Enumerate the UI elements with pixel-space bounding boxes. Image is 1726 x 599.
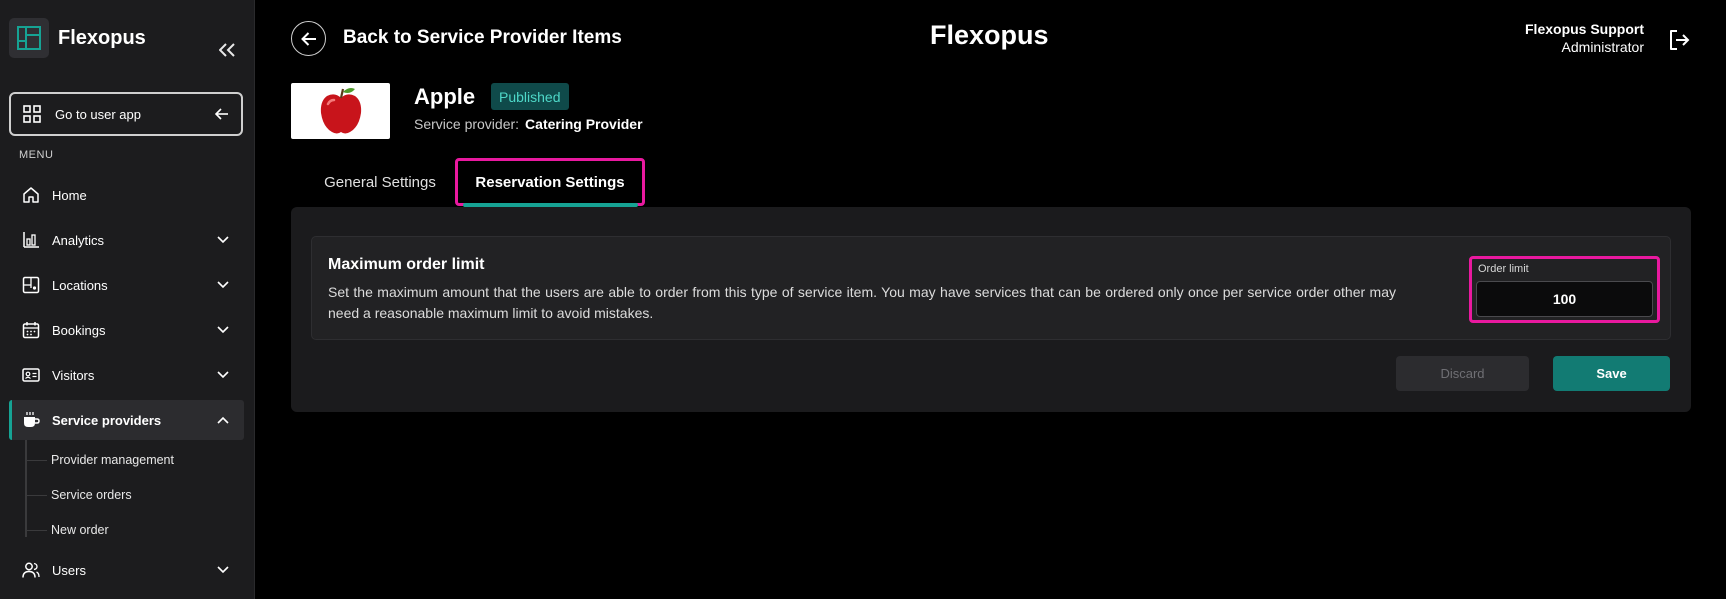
sidebar-item-service-providers[interactable]: Service providers <box>9 400 244 440</box>
discard-button[interactable]: Discard <box>1396 356 1529 391</box>
sidebar-item-label: Visitors <box>52 367 95 383</box>
page-title: Flexopus <box>930 20 1049 50</box>
sidebar-subitem-provider-management[interactable]: Provider management <box>25 447 174 473</box>
sidebar-item-label: Service providers <box>52 412 162 428</box>
user-role: Administrator <box>1561 39 1644 55</box>
sidebar-item-home[interactable]: Home <box>9 175 244 215</box>
flexopus-logo-icon <box>9 18 49 58</box>
tab-general-settings[interactable]: General Settings <box>312 158 448 206</box>
brand[interactable]: Flexopus <box>9 18 146 58</box>
status-badge: Published <box>491 83 569 110</box>
arrow-left-icon <box>215 108 228 120</box>
sidebar-item-label: Users <box>52 562 86 578</box>
calendar-icon <box>22 322 40 339</box>
chevron-down-icon <box>215 367 231 383</box>
users-icon <box>22 562 40 578</box>
sidebar-item-label: Locations <box>52 277 108 293</box>
double-chevron-left-icon <box>219 43 235 57</box>
brand-name: Flexopus <box>58 26 146 49</box>
service-provider-line: Service provider: Catering Provider <box>414 116 643 132</box>
sidebar-subitem-service-orders[interactable]: Service orders <box>25 482 132 508</box>
logout-button[interactable] <box>1666 27 1692 53</box>
sidebar-item-analytics[interactable]: Analytics <box>9 220 244 260</box>
order-limit-input[interactable] <box>1476 281 1653 317</box>
sidebar-item-visitors[interactable]: Visitors <box>9 355 244 395</box>
chevron-down-icon <box>215 562 231 578</box>
order-limit-field: Order limit <box>1469 256 1660 323</box>
go-to-user-app-button[interactable]: Go to user app <box>9 92 243 136</box>
order-limit-label: Order limit <box>1478 263 1529 275</box>
item-name: Apple <box>414 84 476 109</box>
sidebar-subitem-label: Provider management <box>51 453 174 467</box>
sidebar-item-label: Analytics <box>52 232 105 248</box>
back-link[interactable]: Back to Service Provider Items <box>343 27 622 49</box>
user-info: Flexopus Support Administrator <box>1525 21 1644 55</box>
sidebar-subitem-label: New order <box>51 523 109 537</box>
visitor-card-icon <box>22 368 40 382</box>
sidebar-item-users[interactable]: Users <box>9 550 244 590</box>
sidebar-item-bookings[interactable]: Bookings <box>9 310 244 350</box>
logout-icon <box>1670 30 1690 50</box>
save-button[interactable]: Save <box>1553 356 1670 391</box>
apple-image <box>320 88 361 134</box>
setting-title: Maximum order limit <box>328 256 485 273</box>
service-provider-key: Service provider: <box>414 116 520 132</box>
collapse-sidebar-button[interactable] <box>217 40 237 60</box>
sidebar-subitem-label: Service orders <box>51 488 132 502</box>
tab-reservation-settings[interactable]: Reservation Settings <box>455 158 645 206</box>
home-icon <box>23 187 39 203</box>
chevron-down-icon <box>215 232 231 248</box>
sidebar-item-locations[interactable]: Locations <box>9 265 244 305</box>
item-image <box>291 83 390 139</box>
app-root: Flexopus Go to user app MENU Home Analyt… <box>0 0 1726 599</box>
grid-icon <box>23 105 41 123</box>
tree-branch <box>25 494 47 496</box>
go-to-user-app-label: Go to user app <box>55 106 141 122</box>
sidebar-item-label: Home <box>52 187 87 203</box>
tree-branch <box>25 459 47 461</box>
menu-section-label: MENU <box>19 149 54 161</box>
chevron-down-icon <box>215 322 231 338</box>
tree-branch <box>25 529 47 531</box>
locations-icon <box>22 276 40 294</box>
chevron-down-icon <box>215 277 231 293</box>
user-name: Flexopus Support <box>1525 21 1644 37</box>
back-button[interactable] <box>291 21 326 56</box>
coffee-cup-icon <box>24 412 40 427</box>
service-provider-value: Catering Provider <box>525 116 643 132</box>
setting-description: Set the maximum amount that the users ar… <box>328 284 1396 321</box>
sidebar: Flexopus Go to user app MENU Home Analyt… <box>0 0 255 599</box>
analytics-icon <box>23 232 39 248</box>
chevron-up-icon <box>215 412 231 428</box>
arrow-left-icon <box>300 31 316 46</box>
sidebar-subitem-new-order[interactable]: New order <box>25 517 109 543</box>
sidebar-item-label: Bookings <box>52 322 106 338</box>
